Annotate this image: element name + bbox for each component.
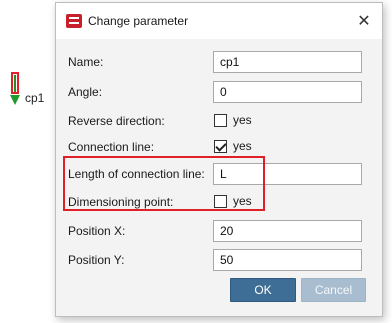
close-button[interactable]: ✕ [352, 9, 376, 33]
direction-arrow-icon [10, 95, 20, 105]
app-icon [66, 14, 82, 28]
reverse-direction-label: Reverse direction: [68, 114, 165, 128]
position-x-label: Position X: [68, 224, 126, 238]
close-icon: ✕ [357, 13, 371, 30]
name-input[interactable]: cp1 [213, 51, 362, 73]
reverse-direction-checkbox-wrap[interactable]: yes [214, 113, 252, 127]
canvas-point-label: cp1 [25, 91, 45, 105]
position-x-input[interactable]: 20 [213, 220, 362, 242]
reverse-direction-checkbox[interactable] [214, 113, 227, 127]
position-y-label: Position Y: [68, 253, 125, 267]
connection-line-label: Connection line: [68, 140, 155, 154]
position-y-input[interactable]: 50 [213, 249, 362, 271]
highlight-annotation-box [63, 156, 265, 211]
connection-line-marker [14, 75, 16, 92]
connection-line-checkbox-wrap[interactable]: yes [214, 139, 252, 153]
angle-label: Angle: [68, 85, 103, 99]
reverse-direction-checkbox-label: yes [233, 113, 252, 127]
cancel-button[interactable]: Cancel [301, 278, 366, 302]
angle-input[interactable]: 0 [213, 81, 362, 103]
connection-line-checkbox-label: yes [233, 139, 252, 153]
name-label: Name: [68, 55, 104, 69]
connection-line-checkbox[interactable] [214, 139, 227, 153]
dialog-title: Change parameter [88, 14, 189, 28]
ok-button[interactable]: OK [230, 278, 296, 302]
dialog-titlebar[interactable]: Change parameter ✕ [56, 3, 382, 39]
